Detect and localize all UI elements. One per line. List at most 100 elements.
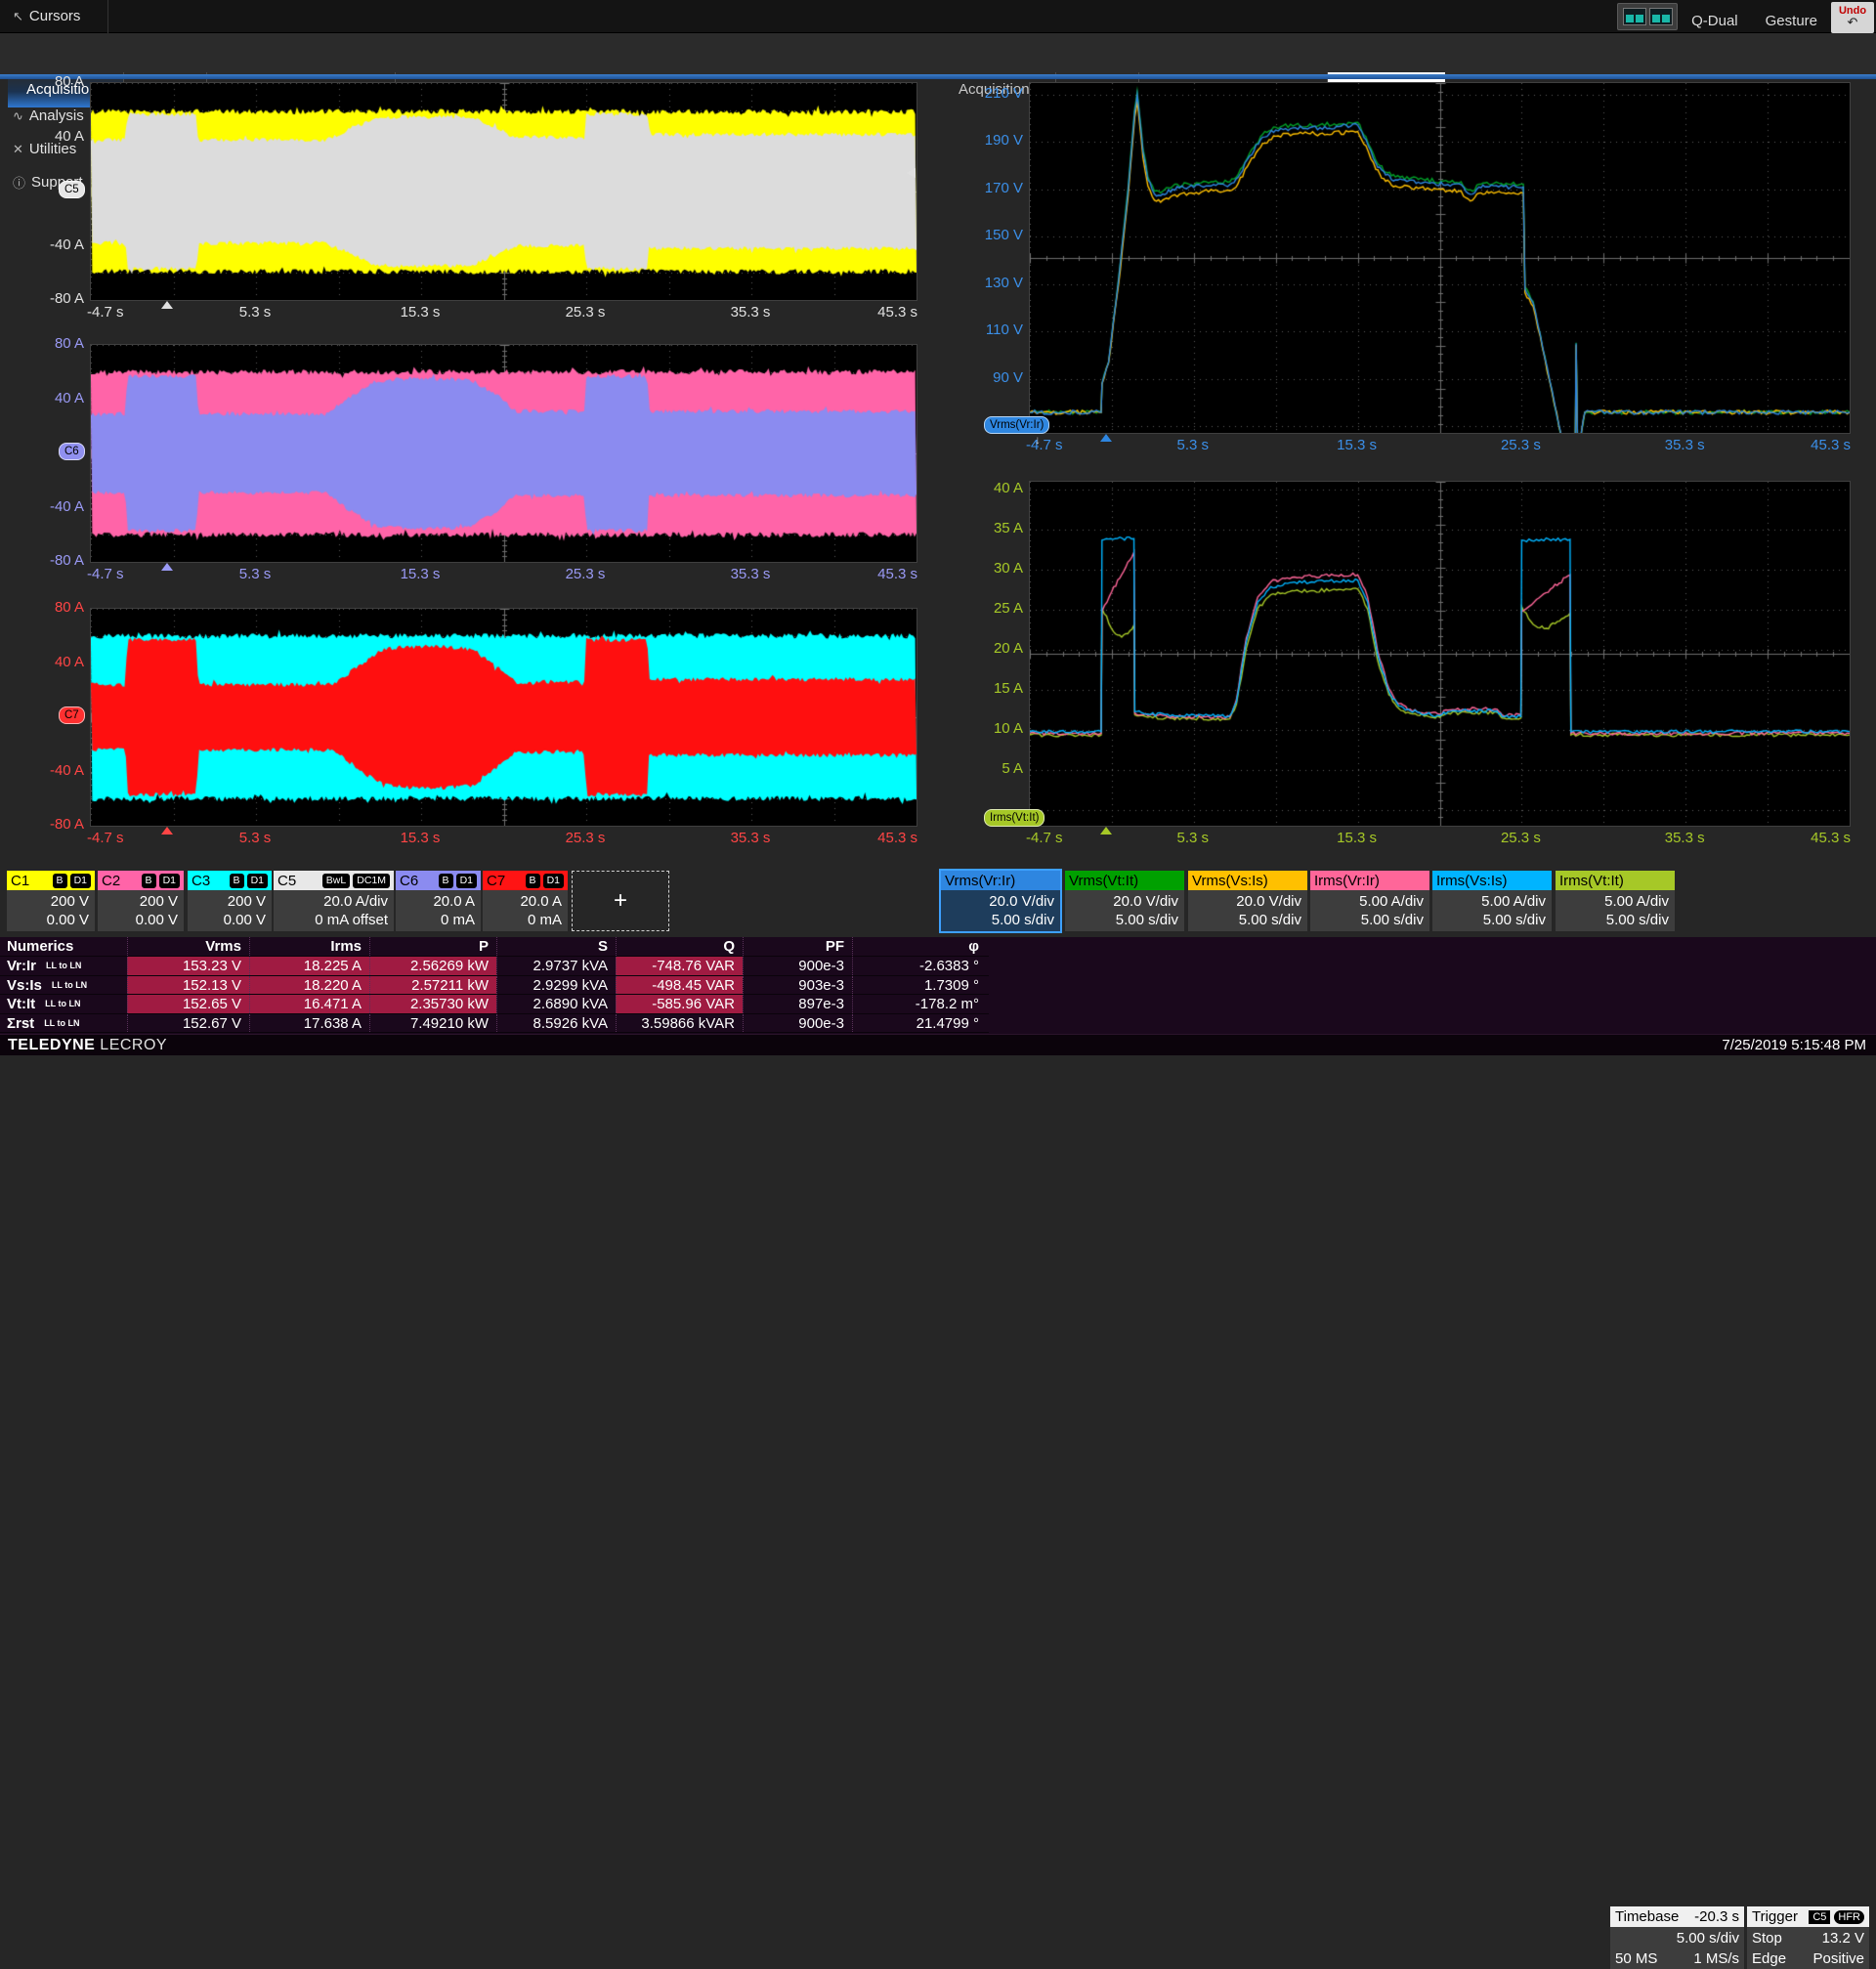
y-axis-tick-label: -80 A xyxy=(29,290,84,308)
numerics-row-label: Vt:ItLL to LN xyxy=(0,995,127,1013)
trigger-source-badge: C5 xyxy=(1809,1910,1830,1924)
y-axis-tick-label: 35 A xyxy=(968,520,1023,537)
channel-zero-marker-c6[interactable]: C6 xyxy=(59,443,85,460)
trace-descriptor-vrms-vs-is[interactable]: Vrms(Vs:Is)20.0 V/div5.00 s/div xyxy=(1188,871,1307,931)
trace-settings: 20.0 V/div5.00 s/div xyxy=(941,890,1060,931)
y-axis-tick-label: 80 A xyxy=(29,73,84,91)
trigger-title: Trigger xyxy=(1752,1908,1798,1925)
numerics-title: Numerics xyxy=(0,937,127,956)
timebase-scale: 5.00 s/div xyxy=(1677,1928,1739,1948)
numerics-cell: 2.56269 kW xyxy=(369,957,496,975)
trigger-position-marker[interactable] xyxy=(161,827,173,835)
plot-canvas-acquisition-c3-c7[interactable] xyxy=(90,608,917,827)
y-axis-tick-label: 90 V xyxy=(968,369,1023,387)
trigger-summary-box[interactable]: Trigger C5 HFR Stop13.2 V EdgePositive xyxy=(1747,1906,1869,1969)
x-axis-tick-label: 25.3 s xyxy=(566,566,606,582)
x-axis-tick-label: 45.3 s xyxy=(877,304,917,321)
y-axis-tick-label: 40 A xyxy=(29,128,84,146)
trace-descriptor-vrms-vr-ir[interactable]: Vrms(Vr:Ir)20.0 V/div5.00 s/div xyxy=(941,871,1060,931)
plot-canvas-acquisition-c1-c5[interactable] xyxy=(90,82,917,301)
trace-descriptor-irms-vs-is[interactable]: Irms(Vs:Is)5.00 A/div5.00 s/div xyxy=(1432,871,1552,931)
analysis-icon: ∿ xyxy=(13,108,23,124)
numerics-column-pf: PF xyxy=(743,937,852,956)
numerics-cell: 2.35730 kW xyxy=(369,995,496,1013)
x-axis-tick-label: 45.3 s xyxy=(877,566,917,582)
trace-descriptor-irms-vr-ir[interactable]: Irms(Vr:Ir)5.00 A/div5.00 s/div xyxy=(1310,871,1429,931)
y-axis-tick-label: 130 V xyxy=(968,275,1023,292)
trigger-level-marker[interactable] xyxy=(907,168,916,178)
trace-label-marker-vrms-vr-ir[interactable]: Vrms(Vr:Ir) xyxy=(984,416,1049,434)
x-axis-tick-label: 5.3 s xyxy=(239,830,272,846)
numerics-row-vt-it: Vt:ItLL to LN152.65 V16.471 A2.35730 kW2… xyxy=(0,995,989,1014)
trace-descriptor-irms-vt-it[interactable]: Irms(Vt:It)5.00 A/div5.00 s/div xyxy=(1556,871,1675,931)
channel-zero-marker-c7[interactable]: C7 xyxy=(59,706,85,724)
numerics-column-q: Q xyxy=(616,937,743,956)
numerics-cell: -2.6383 ° xyxy=(852,957,987,975)
brand-logo: TELEDYNE LECROY xyxy=(8,1037,167,1054)
numerics-cell: 900e-3 xyxy=(743,1014,852,1033)
plot-canvas-vrms-zoom[interactable] xyxy=(1029,82,1851,434)
y-axis-tick-label: 80 A xyxy=(29,599,84,617)
menu-item-label: Cursors xyxy=(29,8,81,24)
undo-button[interactable]: Undo ↶ xyxy=(1831,2,1874,33)
numerics-cell: 903e-3 xyxy=(743,976,852,995)
q-dual-label[interactable]: Q-Dual xyxy=(1678,5,1752,29)
x-axis-tick-label: -4.7 s xyxy=(87,566,124,582)
y-axis-tick-label: -80 A xyxy=(29,552,84,570)
numerics-row-vs-is: Vs:IsLL to LN152.13 V18.220 A2.57211 kW2… xyxy=(0,976,989,996)
numerics-row-rst: ΣrstLL to LN152.67 V17.638 A7.49210 kW8.… xyxy=(0,1014,989,1034)
numerics-cell: 2.57211 kW xyxy=(369,976,496,995)
x-axis-tick-label: 5.3 s xyxy=(239,304,272,321)
trigger-position-marker[interactable] xyxy=(161,301,173,309)
y-axis-tick-label: -40 A xyxy=(29,498,84,516)
timebase-summary-box[interactable]: Timebase -20.3 s 5.00 s/div 50 MS1 MS/s xyxy=(1610,1906,1744,1969)
trace-name: Irms(Vr:Ir) xyxy=(1314,873,1380,889)
trace-vertical-scale: 5.00 A/div xyxy=(1310,892,1424,911)
trigger-position-marker[interactable] xyxy=(161,563,173,571)
numerics-cell: 7.49210 kW xyxy=(369,1014,496,1033)
y-axis-tick-label: 5 A xyxy=(968,760,1023,778)
numerics-row-label: Vs:IsLL to LN xyxy=(0,976,127,995)
x-axis-tick-label: -4.7 s xyxy=(87,830,124,846)
numerics-row-vr-ir: Vr:IrLL to LN153.23 V18.225 A2.56269 kW2… xyxy=(0,957,989,976)
x-axis-tick-label: -4.7 s xyxy=(1026,830,1063,846)
trigger-position-marker[interactable] xyxy=(1100,434,1112,442)
y-axis-tick-label: 150 V xyxy=(968,227,1023,244)
y-axis-tick-label: 15 A xyxy=(968,680,1023,698)
numerics-row-sublabel: LL to LN xyxy=(44,1018,79,1028)
y-axis-tick-label: 80 A xyxy=(29,335,84,353)
numerics-cell: 8.5926 kVA xyxy=(496,1014,616,1033)
plot-acquisition-c3-c7: 80 A40 A0 A-40 A-80 A-4.7 s5.3 s15.3 s25… xyxy=(90,608,916,825)
channel-zero-marker-c5[interactable]: C5 xyxy=(59,181,85,198)
numerics-strip: NumericsVrmsIrmsPSQPFφVr:IrLL to LN153.2… xyxy=(0,937,1876,1034)
plot-canvas-irms-zoom[interactable] xyxy=(1029,481,1851,827)
x-axis-tick-label: 45.3 s xyxy=(1811,830,1851,846)
trace-settings: 5.00 A/div5.00 s/div xyxy=(1556,890,1675,931)
trace-label-marker-irms-vt-it[interactable]: Irms(Vt:It) xyxy=(984,809,1045,827)
numerics-cell: 18.225 A xyxy=(249,957,369,975)
y-axis-tick-label: 110 V xyxy=(968,321,1023,339)
y-axis-tick-label: 30 A xyxy=(968,560,1023,578)
trace-name: Vrms(Vt:It) xyxy=(1069,873,1138,889)
trace-descriptor-row: Vrms(Vr:Ir)20.0 V/div5.00 s/divVrms(Vt:I… xyxy=(0,871,1876,931)
plot-canvas-acquisition-c2-c6[interactable] xyxy=(90,344,917,563)
plot-acquisition-c1-c5: 80 A40 A0 A-40 A-80 A-4.7 s5.3 s15.3 s25… xyxy=(90,82,916,299)
y-axis-tick-label: -40 A xyxy=(29,762,84,780)
trigger-position-marker[interactable] xyxy=(1100,827,1112,835)
numerics-cell: 897e-3 xyxy=(743,995,852,1013)
x-axis-tick-label: 45.3 s xyxy=(1811,437,1851,453)
trace-settings: 20.0 V/div5.00 s/div xyxy=(1188,890,1307,931)
numerics-column-vrms: Vrms xyxy=(127,937,249,956)
trigger-coupling-badge: HFR xyxy=(1834,1910,1864,1924)
gesture-label[interactable]: Gesture xyxy=(1752,5,1831,29)
numerics-cell: 3.59866 kVAR xyxy=(616,1014,743,1033)
menu-item-label: Analysis xyxy=(29,107,84,124)
plot-vrms-zoom: 210 V190 V170 V150 V130 V110 V90 V70 V-4… xyxy=(1029,82,1849,432)
x-axis-tick-label: 15.3 s xyxy=(401,304,441,321)
trace-horizontal-scale: 5.00 s/div xyxy=(1188,911,1301,929)
numerics-cell: 152.65 V xyxy=(127,995,249,1013)
menu-item-cursors[interactable]: ↖Cursors xyxy=(0,0,108,33)
trace-descriptor-vrms-vt-it[interactable]: Vrms(Vt:It)20.0 V/div5.00 s/div xyxy=(1065,871,1184,931)
numerics-cell: 152.67 V xyxy=(127,1014,249,1033)
q-dual-button[interactable] xyxy=(1617,3,1678,30)
